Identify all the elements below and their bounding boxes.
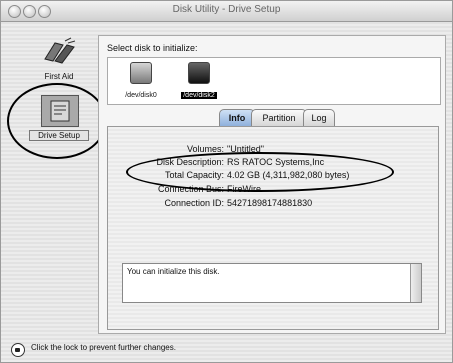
- sidebar-item-first-aid[interactable]: First Aid: [29, 35, 89, 87]
- status-text: You can initialize this disk.: [127, 267, 220, 276]
- window: Disk Utility - Drive Setup First Aid Dri…: [0, 0, 453, 363]
- first-aid-icon: [41, 37, 77, 67]
- select-disk-prompt: Select disk to initialize:: [107, 43, 198, 53]
- lock-icon[interactable]: [11, 343, 25, 357]
- lock-hint-text: Click the lock to prevent further change…: [31, 343, 176, 352]
- status-message-box: You can initialize this disk.: [122, 263, 422, 303]
- tab-log[interactable]: Log: [303, 109, 335, 127]
- disk-label: /dev/disk2: [181, 92, 217, 99]
- disk-item-disk0[interactable]: /dev/disk0: [114, 62, 168, 102]
- window-title: Disk Utility - Drive Setup: [172, 4, 281, 15]
- info-key: Connection ID:: [164, 198, 224, 208]
- info-row-connection-id: Connection ID: 54271898174881830: [108, 197, 438, 209]
- tab-info[interactable]: Info: [219, 109, 255, 127]
- hard-disk-icon: [130, 62, 152, 84]
- status-scrollbar[interactable]: [410, 264, 421, 302]
- info-value: 54271898174881830: [227, 198, 313, 208]
- disk-list[interactable]: /dev/disk0 /dev/disk2: [107, 57, 441, 105]
- title-bar[interactable]: Disk Utility - Drive Setup: [1, 1, 452, 22]
- disk-item-disk2[interactable]: /dev/disk2: [172, 62, 226, 102]
- highlight-ellipse-disk-info: [126, 152, 394, 192]
- tab-partition[interactable]: Partition: [251, 109, 307, 127]
- sidebar-item-label: First Aid: [44, 72, 74, 81]
- highlight-circle-drive-setup: [7, 83, 107, 159]
- hard-disk-icon: [188, 62, 210, 84]
- disk-label: /dev/disk0: [125, 92, 157, 99]
